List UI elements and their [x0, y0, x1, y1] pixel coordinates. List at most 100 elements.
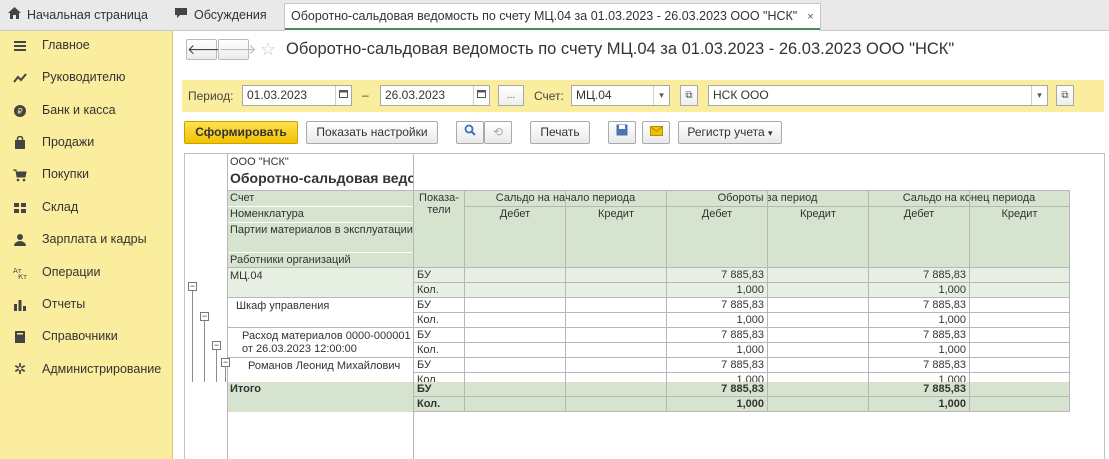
close-icon[interactable]: × [807, 11, 813, 23]
sidebar-item-purchases[interactable]: Покупки [0, 161, 172, 189]
sidebar-item-warehouse[interactable]: Склад [0, 194, 172, 222]
tab-bar: Начальная страница Обсуждения Оборотно-с… [0, 0, 1109, 31]
value-cell: 7 885,83 [721, 329, 764, 341]
total-value-cell [768, 382, 868, 397]
email-button[interactable] [642, 121, 670, 144]
sidebar-item-reports[interactable]: Отчеты [0, 291, 172, 319]
sidebar-item-manager[interactable]: Руководителю [0, 64, 172, 92]
sidebar-item-sales[interactable]: Продажи [0, 129, 172, 157]
sidebar-item-label: Банк и касса [42, 103, 116, 117]
sidebar-item-bank[interactable]: ₽ Банк и касса [0, 97, 172, 125]
sidebar-item-admin[interactable]: ✲ Администрирование [0, 356, 172, 384]
value-cell [465, 268, 565, 283]
dropdown-icon[interactable]: ▾ [1031, 86, 1047, 105]
value-cell [465, 358, 565, 373]
value-cell: 7 885,83 [721, 359, 764, 371]
forward-button[interactable]: 🡒 [218, 39, 257, 60]
floppy-icon [616, 124, 628, 139]
back-button[interactable]: 🡐 [186, 39, 225, 60]
tab-report[interactable]: Оборотно-сальдовая ведомость по счету МЦ… [284, 3, 821, 31]
register-button[interactable]: Регистр учета ▾ [678, 121, 782, 144]
value-cell: 1,000 [667, 283, 767, 298]
open-icon[interactable]: ⧉ [680, 85, 698, 106]
column-divider [565, 191, 566, 412]
row-name: Шкаф управления [236, 300, 330, 312]
value-cell: 1,000 [869, 283, 969, 298]
value-cell [970, 313, 1069, 328]
total-value-cell [566, 382, 666, 397]
bag-icon [13, 135, 27, 150]
generate-button[interactable]: Сформировать [184, 121, 298, 144]
report-title: Оборотно-сальдовая ведомость по счету МЦ… [230, 170, 413, 186]
column-divider [969, 191, 970, 412]
gear-icon: ✲ [13, 361, 27, 378]
sidebar-item-main[interactable]: Главное [0, 32, 172, 60]
value-cell [970, 283, 1069, 298]
value-cell [465, 343, 565, 358]
operations-icon: Ат Кт [13, 266, 27, 281]
total-value-cell [768, 397, 868, 412]
sidebar: Главное Руководителю ₽ Банк и касса Прод… [0, 31, 173, 459]
total-value-cell: 1,000 [667, 397, 767, 412]
dropdown-icon[interactable]: ▾ [653, 86, 669, 105]
star-icon[interactable]: ☆ [260, 39, 276, 60]
show-settings-button[interactable]: Показать настройки [306, 121, 438, 144]
sidebar-item-operations[interactable]: Ат Кт Операции [0, 259, 172, 287]
collapse-toggle[interactable]: − [188, 282, 197, 291]
collapse-toggle[interactable]: − [200, 312, 209, 321]
credit-header: Кредит [768, 207, 868, 268]
tab-discussions[interactable]: Обсуждения [174, 3, 267, 28]
collapse-toggle[interactable]: − [221, 358, 230, 367]
value-cell [465, 313, 565, 328]
sidebar-item-salary[interactable]: Зарплата и кадры [0, 226, 172, 254]
date-from-field[interactable]: 01.03.2023 [242, 85, 352, 106]
print-button[interactable]: Печать [530, 121, 590, 144]
credit-header: Кредит [970, 207, 1069, 268]
date-to-field[interactable]: 26.03.2023 [380, 85, 490, 106]
bar-chart-icon [13, 298, 27, 312]
value-cell [768, 358, 868, 373]
open-icon[interactable]: ⧉ [1056, 85, 1074, 106]
collapse-toggle[interactable]: − [212, 341, 221, 350]
calendar-icon[interactable] [335, 86, 351, 105]
total-value-cell [970, 397, 1069, 412]
organization-field[interactable]: НСК ООО ▾ [708, 85, 1048, 106]
period-select-button[interactable]: ... [498, 85, 524, 106]
search-button[interactable] [456, 121, 484, 144]
tab-home[interactable]: Начальная страница [8, 3, 148, 28]
sidebar-item-label: Склад [42, 200, 79, 214]
value-cell [768, 298, 868, 313]
save-button[interactable] [608, 121, 636, 144]
chevron-down-icon: ▾ [768, 128, 773, 138]
main-area: 🡐 🡒 ☆ Оборотно-сальдовая ведомость по сч… [174, 31, 1109, 459]
sidebar-item-label: Отчеты [42, 297, 86, 311]
value-cell: 1,000 [736, 314, 764, 326]
account-field[interactable]: МЦ.04 ▾ [571, 85, 670, 106]
report-sheet: ООО "НСК" Оборотно-сальдовая ведомость п… [184, 153, 1105, 459]
left-header-batch: Партии материалов в эксплуатации [228, 223, 413, 252]
left-header-account: Счет [228, 191, 413, 206]
total-value-cell [566, 397, 666, 412]
register-label: Регистр учета [687, 125, 765, 139]
account-value: МЦ.04 [576, 88, 612, 102]
tab-report-label: Оборотно-сальдовая ведомость по счету МЦ… [291, 9, 798, 23]
value-cell [465, 328, 565, 343]
value-cell: 7 885,83 [923, 329, 966, 341]
value-cell: 1,000 [736, 344, 764, 356]
indicator-cell: БУ [417, 329, 431, 341]
left-header-employee: Работники организаций [228, 253, 413, 268]
date-to-value: 26.03.2023 [385, 88, 446, 102]
value-cell: 7 885,83 [667, 268, 767, 283]
value-cell [566, 283, 666, 298]
clear-search-button[interactable]: ⟲ [484, 121, 512, 144]
calendar-icon[interactable] [473, 86, 489, 105]
sidebar-item-label: Главное [42, 38, 90, 52]
chat-icon [174, 3, 188, 28]
search-icon [464, 124, 476, 139]
sidebar-item-directories[interactable]: Справочники [0, 323, 172, 351]
value-cell [566, 313, 666, 328]
sidebar-item-label: Операции [42, 265, 101, 279]
tab-discussions-label: Обсуждения [194, 8, 267, 22]
search-clear-icon: ⟲ [492, 125, 504, 139]
value-cell: 7 885,83 [721, 299, 764, 311]
